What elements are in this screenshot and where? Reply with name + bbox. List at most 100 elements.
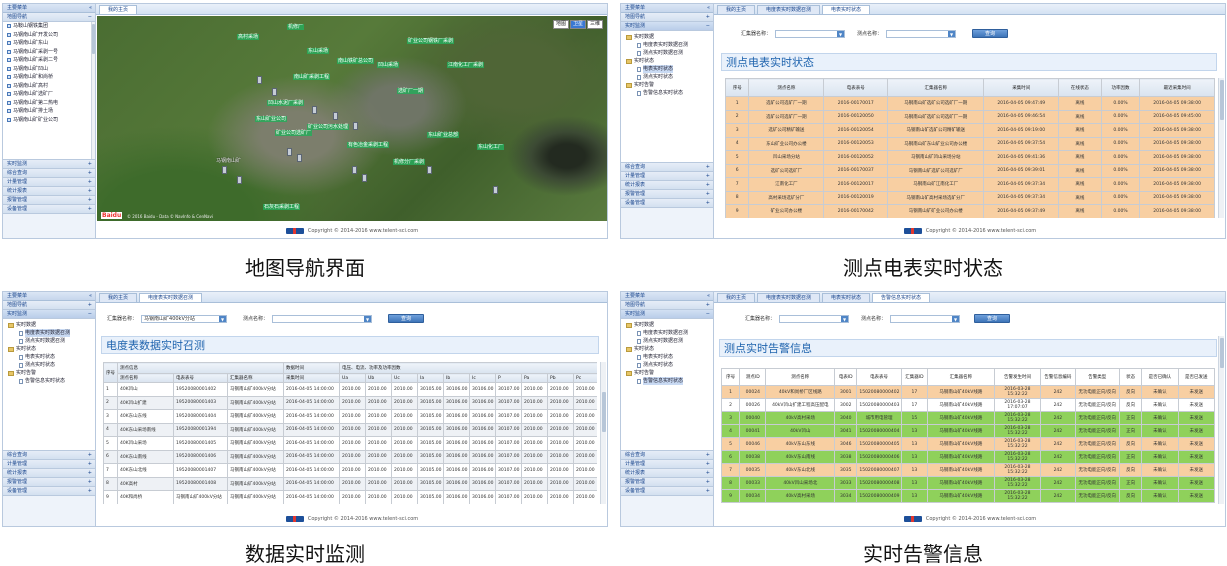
column-header[interactable]: 汇集器名称 bbox=[887, 78, 985, 97]
table-row[interactable]: 7 00035 40kV东山北线 3035 15020080000407 13 马钢南山矿4… bbox=[721, 463, 1215, 477]
map-type-3d[interactable]: 三维 bbox=[586, 20, 603, 29]
tree-item[interactable]: 实时状态 bbox=[5, 345, 93, 353]
point-select[interactable]: ▼ bbox=[886, 29, 957, 38]
tree-item[interactable]: 告警信息实时状态 bbox=[623, 89, 711, 97]
tree-item[interactable]: 实时数据 bbox=[5, 321, 93, 329]
map-site-label[interactable]: 凹山采场 bbox=[377, 62, 400, 68]
scrollbar-thumb[interactable] bbox=[1220, 338, 1224, 368]
site-list-item[interactable]: 马钢南山矿高村 bbox=[3, 82, 95, 91]
nav-section[interactable]: 统计报表 + bbox=[3, 469, 95, 478]
collapse-icon[interactable]: « bbox=[707, 4, 710, 12]
nav-section[interactable]: 报警管理 + bbox=[621, 190, 713, 199]
nav-section-map[interactable]: 地图导航 − bbox=[3, 13, 95, 22]
table-row[interactable]: 1 选矿公司选矿厂一期 2016-00170017 马钢南山矿选矿公司选矿厂一期 201… bbox=[725, 96, 1215, 111]
nav-section[interactable]: 实时监测 − bbox=[3, 310, 95, 319]
scrollbar[interactable] bbox=[1218, 78, 1224, 218]
column-header[interactable]: 告警类型 bbox=[1074, 368, 1120, 386]
tree-item[interactable]: 实时状态 bbox=[623, 345, 711, 353]
tab[interactable]: 电表实时状态 bbox=[822, 5, 871, 14]
column-header[interactable]: 汇集器名称 bbox=[927, 368, 995, 386]
column-header[interactable]: 是否已发送 bbox=[1177, 368, 1215, 386]
column-header[interactable]: Pc bbox=[573, 373, 597, 383]
site-list-item[interactable]: 马钢南山矿采剥二号 bbox=[3, 56, 95, 65]
table-row[interactable]: 9 40K和尚桥 马钢南山矿400kV分站 马钢南山矿400kV分站 2016-04-0… bbox=[103, 490, 597, 504]
nav-section[interactable]: 地图导航 + bbox=[621, 301, 713, 310]
table-row[interactable]: 6 40K东山南线 19520080001406 马钢南山矿400kV分站 2016-0… bbox=[103, 449, 597, 464]
nav-section[interactable]: 计量管理 + bbox=[3, 178, 95, 187]
map-marker-icon[interactable] bbox=[272, 88, 277, 96]
tab[interactable]: 电度表实时数据召测 bbox=[757, 5, 821, 14]
column-header[interactable]: 测点ID bbox=[739, 368, 767, 386]
meter-select[interactable]: ▼ bbox=[779, 314, 850, 323]
table-row[interactable]: 7 40K东山北线 19520080001407 马钢南山矿400kV分站 2016-0… bbox=[103, 463, 597, 478]
tree-item[interactable]: 测点实时状态 bbox=[623, 73, 711, 81]
site-list-item[interactable]: 马钢南山矿选矿厂 bbox=[3, 90, 95, 99]
column-header[interactable]: 采集时间 bbox=[983, 78, 1060, 97]
table-row[interactable]: 5 00046 40kV东山东线 3046 15020080000405 13 马钢南山矿4… bbox=[721, 437, 1215, 451]
scrollbar-thumb[interactable] bbox=[92, 24, 95, 54]
site-list-item[interactable]: 马钢南山矿采剥一号 bbox=[3, 48, 95, 57]
nav-section[interactable]: 实时监测 + bbox=[3, 160, 95, 169]
column-header[interactable]: 最近采集时间 bbox=[1139, 78, 1215, 97]
nav-section[interactable]: 综合查询 + bbox=[621, 451, 713, 460]
column-header[interactable]: P bbox=[495, 373, 523, 383]
map-site-label[interactable]: 机修分厂采剥 bbox=[393, 159, 426, 165]
tree-item[interactable]: 实时告警 bbox=[5, 369, 93, 377]
table-row[interactable]: 6 选矿公司选矿厂 2016-00170037 马钢南山矿选矿公司选矿厂 2016-04… bbox=[725, 163, 1215, 178]
map-marker-icon[interactable] bbox=[287, 148, 292, 156]
nav-section[interactable]: 实时监测 − bbox=[621, 310, 713, 319]
map-site-label[interactable]: 选矿厂一期 bbox=[397, 88, 425, 94]
map-site-label[interactable]: 有色冶金采剥工程 bbox=[347, 142, 390, 148]
column-header[interactable]: 告警信息编码 bbox=[1040, 368, 1076, 386]
map-site-label[interactable]: 高村采场 bbox=[237, 34, 260, 40]
nav-section[interactable]: 计量管理 + bbox=[621, 460, 713, 469]
tree-item[interactable]: 测点实时状态 bbox=[5, 361, 93, 369]
nav-section[interactable]: 设备管理 + bbox=[621, 487, 713, 496]
nav-section[interactable]: 设备管理 + bbox=[3, 487, 95, 496]
column-header[interactable]: 测点名称 bbox=[117, 373, 174, 383]
map-site-label[interactable]: 南山铁矿总公司 bbox=[337, 58, 375, 64]
nav-section[interactable]: 地图导航 + bbox=[621, 13, 713, 22]
meter-select[interactable]: ▼ bbox=[775, 29, 846, 38]
nav-section[interactable]: 计量管理 + bbox=[621, 172, 713, 181]
column-header[interactable]: 是否已确认 bbox=[1141, 368, 1179, 386]
column-header[interactable]: Ub bbox=[365, 373, 393, 383]
column-header[interactable]: 电表表号 bbox=[856, 368, 902, 386]
nav-section[interactable]: 计量管理 + bbox=[3, 460, 95, 469]
column-header[interactable]: 功率因数 bbox=[1100, 78, 1141, 97]
map-site-label[interactable]: 矿业公司污水处理 bbox=[307, 124, 350, 130]
nav-section[interactable]: 综合查询 + bbox=[3, 451, 95, 460]
table-row[interactable]: 2 00026 40kV凹山扩建工程高压配电 3002 15020080000403 17… bbox=[721, 398, 1215, 412]
map-marker-icon[interactable] bbox=[297, 154, 302, 162]
tree-item[interactable]: 电度表实时数据召测 bbox=[623, 41, 711, 49]
table-row[interactable]: 1 00024 40kV和尚桥厂区线路 3001 15020080000402 17 马钢南… bbox=[721, 385, 1215, 399]
column-header[interactable]: 汇集器名称 bbox=[226, 373, 285, 383]
column-header[interactable]: 序号 bbox=[721, 368, 741, 386]
map-site-label[interactable]: 矿业公司选矿厂 bbox=[275, 130, 313, 136]
map-site-label[interactable]: 东山矿业总部 bbox=[427, 132, 460, 138]
table-row[interactable]: 2 40K凹山扩建 19520080001403 马钢南山矿400kV分站 2016-0… bbox=[103, 395, 597, 410]
tree-item[interactable]: 电表实时状态 bbox=[623, 65, 711, 73]
column-header[interactable]: 电表表号 bbox=[173, 373, 228, 383]
scrollbar[interactable] bbox=[600, 362, 606, 504]
tree-item[interactable]: 实时状态 bbox=[623, 57, 711, 65]
column-header[interactable]: Ic bbox=[469, 373, 497, 383]
tab-home[interactable]: 我的主页 bbox=[99, 5, 138, 14]
nav-section[interactable]: 设备管理 + bbox=[3, 205, 95, 214]
table-row[interactable]: 9 00034 40kV高村采场 3034 15020080000409 13 马钢南山矿4… bbox=[721, 489, 1215, 503]
site-list-item[interactable]: 马钢南山矿第二热电 bbox=[3, 99, 95, 108]
map-site-label[interactable]: 马钢南山矿 bbox=[215, 158, 242, 164]
nav-section[interactable]: 实时监测 − bbox=[621, 22, 713, 31]
tree-item[interactable]: 测点实时状态 bbox=[623, 361, 711, 369]
column-header[interactable]: 测点名称 bbox=[765, 368, 836, 386]
nav-section[interactable]: 报警管理 + bbox=[621, 478, 713, 487]
column-header[interactable]: 电表ID bbox=[834, 368, 858, 386]
column-header[interactable]: 电表表号 bbox=[823, 78, 889, 97]
collapse-icon[interactable]: « bbox=[89, 292, 92, 300]
tab[interactable]: 我的主页 bbox=[717, 293, 756, 302]
nav-section[interactable]: 统计报表 + bbox=[621, 469, 713, 478]
table-row[interactable]: 3 选矿公司精矿输送 2016-00120054 马钢南山矿选矿公司精矿输送 2016-… bbox=[725, 123, 1215, 138]
map-marker-icon[interactable] bbox=[427, 166, 432, 174]
table-row[interactable]: 5 40K凹山采场 19520080001405 马钢南山矿400kV分站 2016-0… bbox=[103, 436, 597, 451]
column-header[interactable]: 采集时间 bbox=[283, 373, 341, 383]
